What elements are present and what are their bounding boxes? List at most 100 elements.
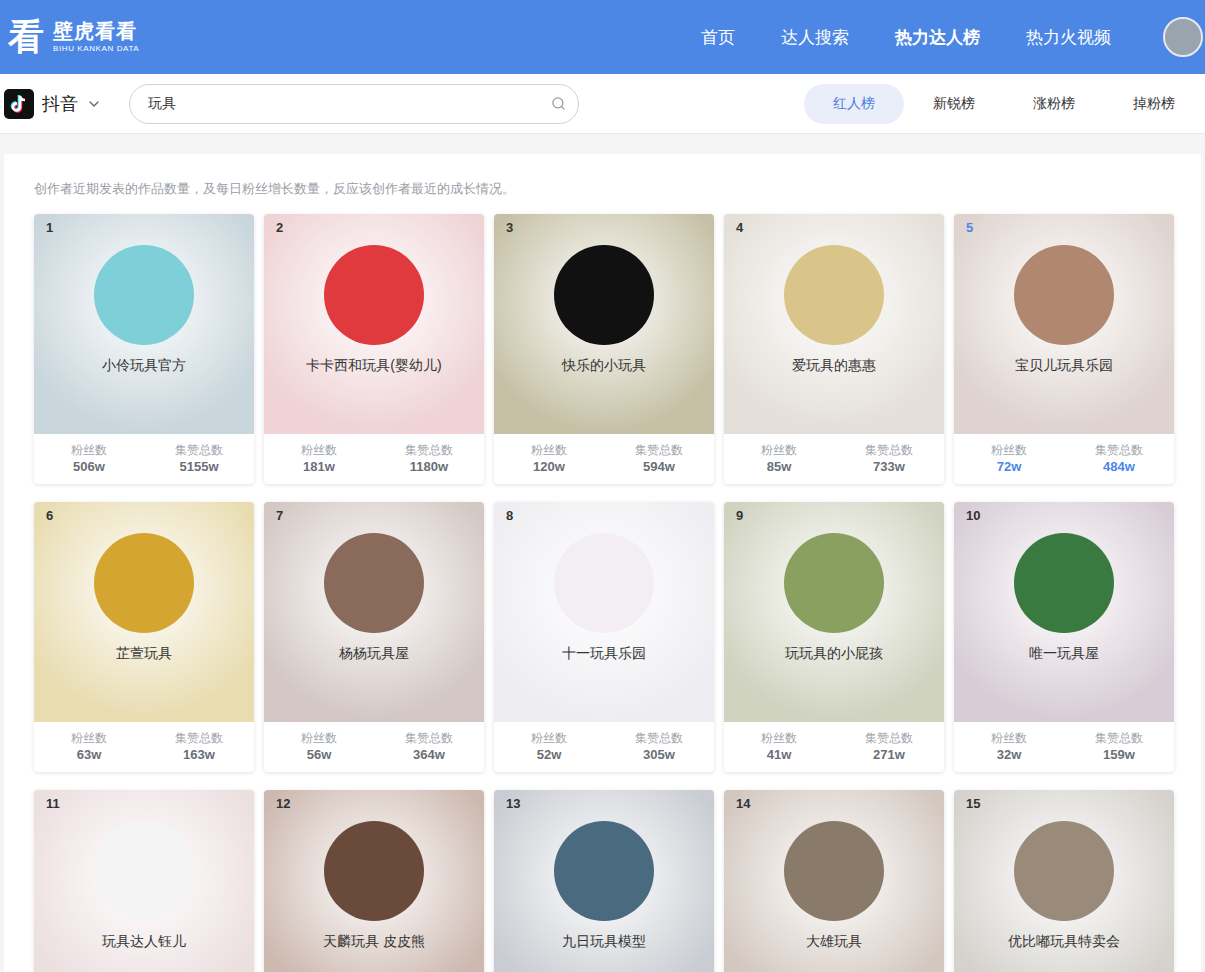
- card-rank: 2: [276, 220, 283, 236]
- creator-avatar: [554, 245, 654, 345]
- rank-tab[interactable]: 红人榜: [804, 84, 904, 124]
- creator-card[interactable]: 5 宝贝儿玩具乐园粉丝数72w集赞总数484w: [954, 214, 1174, 484]
- creator-name: 优比嘟玩具特卖会: [1008, 932, 1120, 950]
- creator-avatar: [324, 533, 424, 633]
- creator-avatar: [784, 533, 884, 633]
- card-stats: 粉丝数32w集赞总数159w: [954, 722, 1174, 772]
- fans-stat: 粉丝数32w: [954, 730, 1064, 764]
- card-cover: 11 玩具达人钰儿: [34, 790, 254, 972]
- nav-item[interactable]: 热力火视频: [1026, 26, 1111, 49]
- creator-card[interactable]: 11 玩具达人钰儿: [34, 790, 254, 972]
- stat-label: 粉丝数: [761, 730, 797, 746]
- stat-label: 集赞总数: [635, 730, 683, 746]
- creator-card[interactable]: 4爱玩具的惠惠粉丝数85w集赞总数733w: [724, 214, 944, 484]
- logo-title: 壁虎看看: [53, 19, 139, 43]
- logo[interactable]: 看壁虎看看BIHU KANKAN DATA: [5, 16, 139, 58]
- card-rank: 3: [506, 220, 513, 236]
- logo-text: 壁虎看看BIHU KANKAN DATA: [53, 19, 139, 55]
- stat-value: 56w: [307, 746, 332, 764]
- creator-avatar: [94, 245, 194, 345]
- chevron-down-icon: [86, 96, 102, 112]
- creator-name: 宝贝儿玩具乐园: [1015, 356, 1113, 374]
- user-avatar[interactable]: [1163, 17, 1203, 57]
- stat-value: 41w: [767, 746, 792, 764]
- card-rank: 8: [506, 508, 513, 524]
- content: 创作者近期发表的作品数量，及每日粉丝增长数量，反应该创作者最近的成长情况。1小伶…: [0, 134, 1205, 972]
- stat-label: 粉丝数: [301, 442, 337, 458]
- stat-value: 484w: [1103, 458, 1135, 476]
- card-cover: 13九日玩具模型: [494, 790, 714, 972]
- creator-card[interactable]: 13九日玩具模型: [494, 790, 714, 972]
- card-rank: 11: [46, 796, 60, 812]
- likes-stat: 集赞总数159w: [1064, 730, 1174, 764]
- stat-label: 粉丝数: [761, 442, 797, 458]
- card-rank: 6: [46, 508, 53, 524]
- creator-name: 天麟玩具 皮皮熊: [323, 932, 425, 950]
- card-rank: 1: [46, 220, 53, 236]
- creator-avatar: [94, 533, 194, 633]
- stat-label: 集赞总数: [405, 442, 453, 458]
- header: 看壁虎看看BIHU KANKAN DATA 首页 达人搜索 热力达人榜 热力火视频: [0, 0, 1205, 74]
- creator-avatar: [94, 821, 194, 921]
- card-cover: 12天麟玩具 皮皮熊: [264, 790, 484, 972]
- creator-card[interactable]: 12天麟玩具 皮皮熊: [264, 790, 484, 972]
- nav-item[interactable]: 达人搜索: [781, 26, 849, 49]
- rank-tab[interactable]: 新锐榜: [904, 84, 1004, 124]
- card-stats: 粉丝数72w集赞总数484w: [954, 434, 1174, 484]
- card-rank: 5: [966, 220, 973, 236]
- creator-card[interactable]: 10唯一玩具屋粉丝数32w集赞总数159w: [954, 502, 1174, 772]
- fans-stat: 粉丝数63w: [34, 730, 144, 764]
- card-stats: 粉丝数181w集赞总数1180w: [264, 434, 484, 484]
- card-stats: 粉丝数506w集赞总数5155w: [34, 434, 254, 484]
- nav-item[interactable]: 热力达人榜: [895, 26, 980, 49]
- creator-name: 九日玩具模型: [562, 932, 646, 950]
- logo-mark: 看: [5, 16, 47, 58]
- creator-card[interactable]: 9玩玩具的小屁孩粉丝数41w集赞总数271w: [724, 502, 944, 772]
- logo-subtitle: BIHU KANKAN DATA: [53, 43, 139, 55]
- platform-select[interactable]: 抖音: [4, 89, 129, 119]
- creator-card[interactable]: 6芷萱玩具粉丝数63w集赞总数163w: [34, 502, 254, 772]
- creator-card[interactable]: 2卡卡西和玩具(婴幼儿)粉丝数181w集赞总数1180w: [264, 214, 484, 484]
- card-cover: 2卡卡西和玩具(婴幼儿): [264, 214, 484, 434]
- creator-card[interactable]: 3快乐的小玩具粉丝数120w集赞总数594w: [494, 214, 714, 484]
- likes-stat: 集赞总数364w: [374, 730, 484, 764]
- stat-label: 集赞总数: [1095, 730, 1143, 746]
- stat-label: 集赞总数: [1095, 442, 1143, 458]
- card-stats: 粉丝数52w集赞总数305w: [494, 722, 714, 772]
- card-cover: 4爱玩具的惠惠: [724, 214, 944, 434]
- stat-label: 粉丝数: [531, 442, 567, 458]
- search-icon[interactable]: [551, 96, 566, 111]
- creator-card[interactable]: 1小伶玩具官方粉丝数506w集赞总数5155w: [34, 214, 254, 484]
- rank-tab[interactable]: 涨粉榜: [1004, 84, 1104, 124]
- creator-card[interactable]: 15优比嘟玩具特卖会: [954, 790, 1174, 972]
- creator-card[interactable]: 7杨杨玩具屋粉丝数56w集赞总数364w: [264, 502, 484, 772]
- creator-name: 玩具达人钰儿: [102, 932, 186, 950]
- rank-tab[interactable]: 掉粉榜: [1104, 84, 1204, 124]
- stat-value: 364w: [413, 746, 445, 764]
- creator-card[interactable]: 14大雄玩具: [724, 790, 944, 972]
- likes-stat: 集赞总数733w: [834, 442, 944, 476]
- stat-value: 120w: [533, 458, 565, 476]
- creator-avatar: [1014, 245, 1114, 345]
- card-rank: 7: [276, 508, 283, 524]
- card-cover: 8十一玩具乐园: [494, 502, 714, 722]
- search-input[interactable]: [146, 95, 551, 113]
- likes-stat: 集赞总数5155w: [144, 442, 254, 476]
- card-cover: 10唯一玩具屋: [954, 502, 1174, 722]
- likes-stat: 集赞总数163w: [144, 730, 254, 764]
- creator-card[interactable]: 8十一玩具乐园粉丝数52w集赞总数305w: [494, 502, 714, 772]
- creator-avatar: [1014, 821, 1114, 921]
- stat-value: 159w: [1103, 746, 1135, 764]
- likes-stat: 集赞总数594w: [604, 442, 714, 476]
- rank-tabs: 红人榜新锐榜涨粉榜掉粉榜: [804, 84, 1205, 124]
- stat-value: 52w: [537, 746, 562, 764]
- nav-item[interactable]: 首页: [701, 26, 735, 49]
- main-nav: 首页 达人搜索 热力达人榜 热力火视频: [701, 26, 1111, 49]
- creator-name: 大雄玩具: [806, 932, 862, 950]
- card-cover: 7杨杨玩具屋: [264, 502, 484, 722]
- ranking-panel: 创作者近期发表的作品数量，及每日粉丝增长数量，反应该创作者最近的成长情况。1小伶…: [4, 154, 1201, 972]
- fans-stat: 粉丝数52w: [494, 730, 604, 764]
- stat-value: 1180w: [410, 458, 448, 476]
- creator-avatar: [1014, 533, 1114, 633]
- stat-value: 63w: [77, 746, 102, 764]
